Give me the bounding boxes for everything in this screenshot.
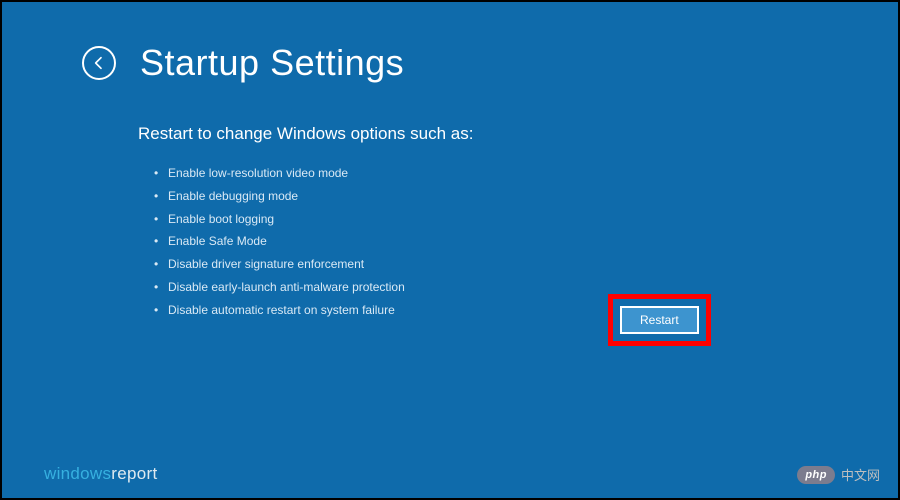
content-area: Startup Settings Restart to change Windo…: [2, 2, 898, 322]
list-item: Enable low-resolution video mode: [154, 162, 898, 185]
arrow-left-icon: [91, 55, 107, 71]
page-title: Startup Settings: [140, 42, 404, 84]
options-list: Enable low-resolution video mode Enable …: [154, 162, 898, 322]
restart-highlight: Restart: [608, 294, 711, 346]
back-button[interactable]: [82, 46, 116, 80]
watermark-right: php 中文网: [797, 465, 880, 484]
list-item: Enable boot logging: [154, 208, 898, 231]
list-item: Disable driver signature enforcement: [154, 253, 898, 276]
subtitle-text: Restart to change Windows options such a…: [138, 124, 898, 144]
list-item: Disable early-launch anti-malware protec…: [154, 276, 898, 299]
watermark-left: windowsreport: [44, 464, 158, 484]
php-badge: php: [797, 466, 835, 484]
watermark-left-part1: windows: [44, 464, 111, 483]
watermark-left-part2: report: [111, 464, 157, 483]
header-row: Startup Settings: [82, 42, 898, 84]
restart-button[interactable]: Restart: [620, 306, 699, 334]
list-item: Enable Safe Mode: [154, 230, 898, 253]
list-item: Disable automatic restart on system fail…: [154, 299, 898, 322]
cn-text: 中文网: [841, 465, 880, 484]
list-item: Enable debugging mode: [154, 185, 898, 208]
